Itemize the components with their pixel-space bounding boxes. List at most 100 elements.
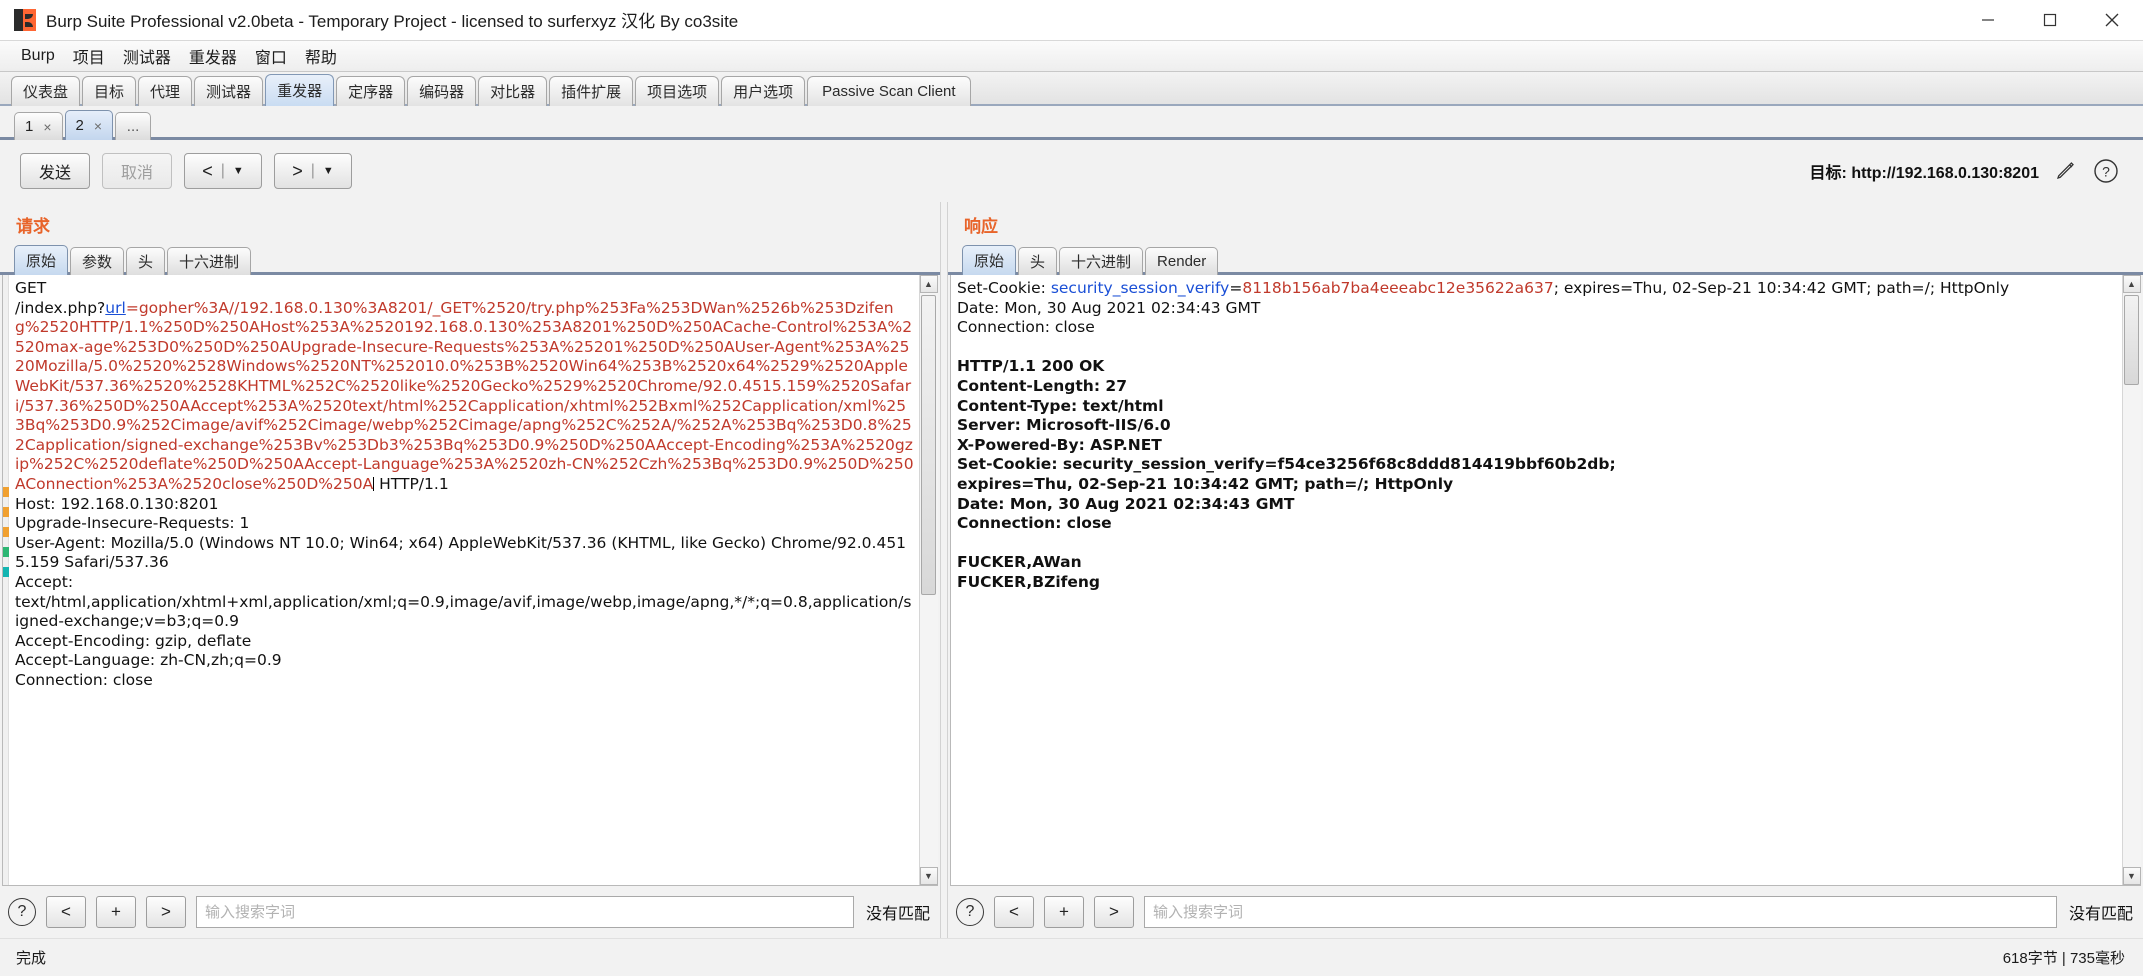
request-tab-headers[interactable]: 头	[126, 247, 166, 275]
request-url-prefix: /index.php?	[15, 298, 106, 317]
question-mark-icon[interactable]: ?	[956, 898, 984, 926]
tab-passive-scan-client[interactable]: Passive Scan Client	[807, 76, 971, 106]
scroll-down-icon[interactable]: ▼	[2122, 867, 2141, 885]
response-result-line-1: FUCKER,AWan	[957, 553, 1082, 572]
tab-intruder[interactable]: 测试器	[194, 76, 264, 106]
window-title: Burp Suite Professional v2.0beta - Tempo…	[46, 12, 739, 31]
menu-item-burp[interactable]: Burp	[12, 44, 64, 68]
repeater-tab-1-label: 1	[25, 118, 34, 135]
close-icon[interactable]: ×	[43, 119, 51, 135]
request-header-host: Host: 192.168.0.130:8201	[15, 494, 219, 513]
button-separator: |	[310, 162, 315, 179]
request-scroll-thumb[interactable]	[920, 295, 936, 595]
menu-item-intruder[interactable]: 测试器	[114, 41, 180, 71]
repeater-toolbar: 发送 取消 < | ▼ > | ▼ 目标: http://192.168.0.1…	[0, 140, 2143, 202]
request-scroll-track[interactable]	[919, 293, 938, 867]
response-scroll-track[interactable]	[2122, 293, 2141, 867]
tab-dashboard[interactable]: 仪表盘	[11, 76, 81, 106]
response-body-cookie-expires: expires=Thu, 02-Sep-21 10:34:42 GMT; pat…	[957, 474, 1454, 493]
close-icon[interactable]: ×	[94, 118, 102, 134]
close-button[interactable]	[2081, 0, 2143, 40]
search-next-button[interactable]: >	[1094, 896, 1134, 928]
response-tab-render[interactable]: Render	[1145, 247, 1219, 275]
question-mark-icon[interactable]: ?	[8, 898, 36, 926]
tab-sequencer[interactable]: 定序器	[336, 76, 406, 106]
request-tab-hex[interactable]: 十六进制	[167, 247, 252, 275]
response-editor[interactable]: Set-Cookie: security_session_verify=8118…	[951, 275, 2122, 885]
response-scroll-thumb[interactable]	[2123, 295, 2139, 385]
back-button[interactable]: < | ▼	[184, 153, 262, 189]
chevron-down-icon[interactable]: ▼	[323, 165, 334, 177]
tab-extender[interactable]: 插件扩展	[549, 76, 634, 106]
request-pane-title: 请求	[16, 217, 50, 236]
chevron-down-icon[interactable]: ▼	[233, 165, 244, 177]
response-body-date: Date: Mon, 30 Aug 2021 02:34:43 GMT	[957, 494, 1295, 513]
maximize-button[interactable]	[2019, 0, 2081, 40]
request-editor[interactable]: GET /index.php?url=gopher%3A//192.168.0.…	[9, 275, 919, 885]
tab-proxy[interactable]: 代理	[138, 76, 193, 106]
response-cookie-equals: =	[1229, 279, 1243, 297]
pane-splitter[interactable]	[940, 202, 948, 938]
search-add-button[interactable]: +	[1044, 896, 1084, 928]
forward-button[interactable]: > | ▼	[274, 153, 352, 189]
status-text-left: 完成	[16, 950, 47, 967]
tab-decoder[interactable]: 编码器	[407, 76, 477, 106]
burp-logo-icon	[14, 8, 36, 31]
response-search-bar: ? < + > 没有匹配	[948, 886, 2143, 938]
chevron-left-icon: <	[202, 160, 213, 181]
repeater-tab-2[interactable]: 2 ×	[64, 110, 114, 140]
title-bar: Burp Suite Professional v2.0beta - Tempo…	[0, 0, 2143, 40]
scroll-down-icon[interactable]: ▼	[919, 867, 938, 885]
menu-item-project[interactable]: 项目	[64, 41, 114, 71]
request-tab-raw[interactable]: 原始	[14, 245, 69, 275]
menu-item-help[interactable]: 帮助	[296, 41, 346, 71]
response-tab-bar: 原始 头 十六进制 Render	[948, 243, 2143, 275]
menu-item-repeater[interactable]: 重发器	[180, 41, 246, 71]
request-encoded-payload: gopher%3A//192.168.0.130%3A8201/_GET%252…	[15, 298, 914, 493]
response-pane-title: 响应	[964, 217, 998, 236]
target-label: 目标:	[1809, 165, 1847, 182]
minimize-button[interactable]	[1957, 0, 2019, 40]
response-search-input[interactable]	[1144, 896, 2057, 928]
response-tab-headers[interactable]: 头	[1018, 247, 1058, 275]
response-vertical-scrollbar[interactable]: ▲ ▼	[2122, 275, 2141, 885]
request-search-input[interactable]	[196, 896, 854, 928]
tab-user-options[interactable]: 用户选项	[721, 76, 806, 106]
cancel-button[interactable]: 取消	[102, 153, 172, 189]
response-editor-wrap: Set-Cookie: security_session_verify=8118…	[950, 275, 2141, 886]
request-header-accept-encoding: Accept-Encoding: gzip, deflate	[15, 631, 252, 650]
target-area: 目标: http://192.168.0.130:8201 ?	[1810, 158, 2127, 184]
question-mark-icon[interactable]: ?	[2093, 158, 2119, 184]
request-editor-wrap: GET /index.php?url=gopher%3A//192.168.0.…	[2, 275, 938, 886]
request-header-accept-value: text/html,application/xhtml+xml,applicat…	[15, 592, 912, 631]
request-tab-bar: 原始 参数 头 十六进制	[0, 243, 940, 275]
response-pane: 响应 原始 头 十六进制 Render Set-Cookie: security…	[948, 202, 2143, 938]
response-tab-raw[interactable]: 原始	[962, 245, 1017, 275]
tab-target[interactable]: 目标	[82, 76, 137, 106]
send-button[interactable]: 发送	[20, 153, 90, 189]
search-add-button[interactable]: +	[96, 896, 136, 928]
status-text-right: 618字节 | 735毫秒	[2002, 950, 2125, 967]
pencil-icon[interactable]	[2053, 158, 2079, 184]
scroll-up-icon[interactable]: ▲	[919, 275, 938, 293]
tab-repeater[interactable]: 重发器	[265, 74, 335, 106]
request-header-connection: Connection: close	[15, 670, 153, 689]
request-response-split: 请求 原始 参数 头 十六进制 GET /index.php?url=gophe…	[0, 202, 2143, 938]
search-prev-button[interactable]: <	[46, 896, 86, 928]
repeater-tab-1[interactable]: 1 ×	[14, 112, 63, 140]
response-tab-hex[interactable]: 十六进制	[1059, 247, 1144, 275]
repeater-tab-2-label: 2	[75, 117, 84, 134]
menu-item-window[interactable]: 窗口	[246, 41, 296, 71]
search-next-button[interactable]: >	[146, 896, 186, 928]
tab-comparer[interactable]: 对比器	[478, 76, 548, 106]
response-search-result-label: 没有匹配	[2068, 906, 2133, 923]
request-tab-params[interactable]: 参数	[70, 247, 125, 275]
tab-project-options[interactable]: 项目选项	[635, 76, 720, 106]
scroll-up-icon[interactable]: ▲	[2122, 275, 2141, 293]
search-prev-button[interactable]: <	[994, 896, 1034, 928]
request-vertical-scrollbar[interactable]: ▲ ▼	[919, 275, 938, 885]
menu-bar: Burp 项目 测试器 重发器 窗口 帮助	[0, 40, 2143, 72]
repeater-new-tab-button[interactable]: ...	[115, 112, 152, 140]
response-body-status: HTTP/1.1 200 OK	[957, 357, 1105, 376]
response-body-connection: Connection: close	[957, 514, 1112, 533]
